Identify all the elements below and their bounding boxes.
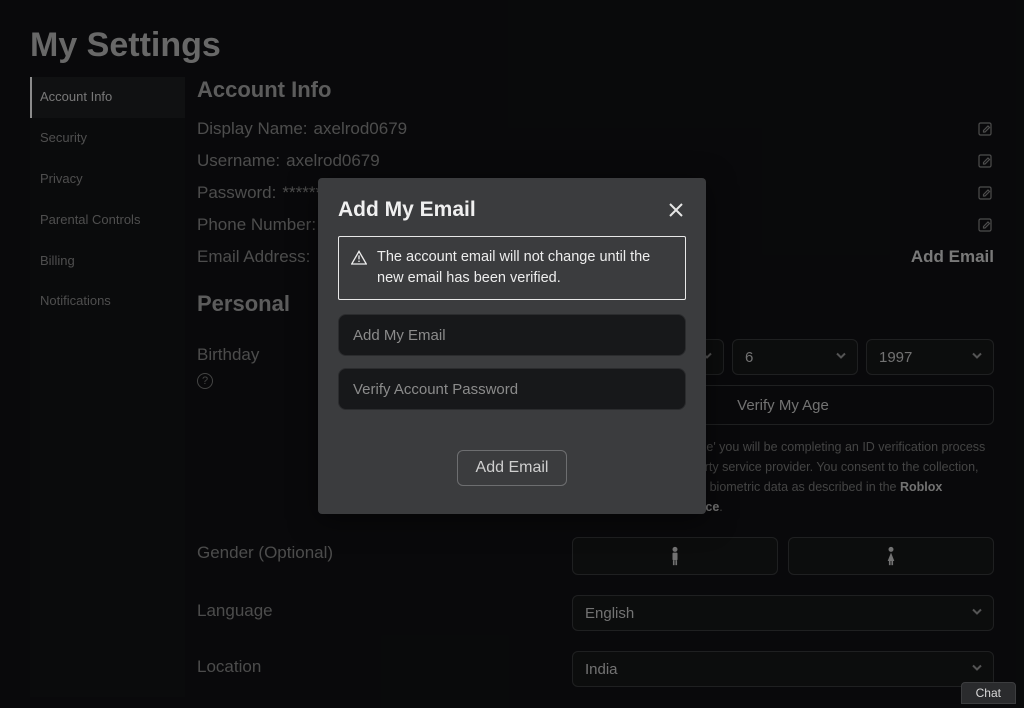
close-icon[interactable]: [666, 200, 686, 220]
add-email-submit-button[interactable]: Add Email: [457, 450, 568, 486]
modal-title: Add My Email: [338, 198, 476, 222]
modal-warning-text: The account email will not change until …: [377, 247, 673, 289]
email-input[interactable]: [338, 314, 686, 356]
add-email-modal: Add My Email The account email will not …: [318, 178, 706, 514]
chat-button[interactable]: Chat: [961, 682, 1016, 704]
verify-password-input[interactable]: [338, 368, 686, 410]
modal-warning: The account email will not change until …: [338, 236, 686, 300]
modal-overlay[interactable]: Add My Email The account email will not …: [0, 0, 1024, 708]
warning-icon: [351, 250, 367, 266]
